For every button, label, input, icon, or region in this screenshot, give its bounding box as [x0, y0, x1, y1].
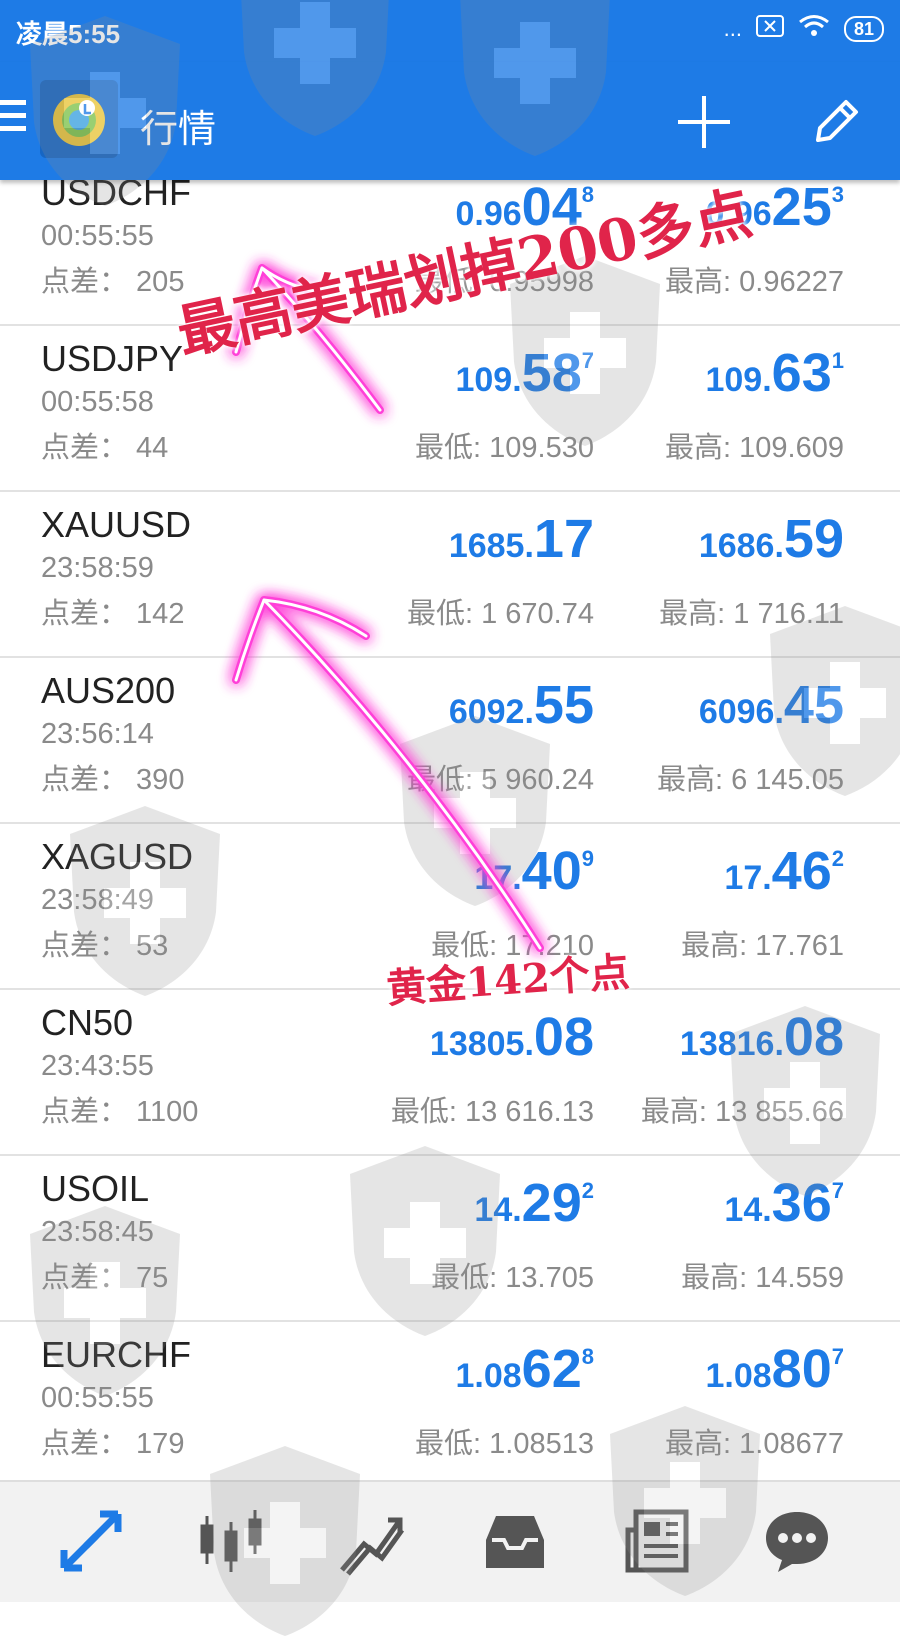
- sim-icon: [755, 15, 784, 43]
- battery-icon: 81: [843, 16, 884, 42]
- ask-price-fraction: 2: [831, 846, 844, 871]
- shield-watermark-icon: [20, 1200, 190, 1400]
- spread-value: 点差： 142: [41, 598, 185, 630]
- spread-value: 点差： 390: [41, 764, 185, 796]
- spread-value: 点差： 44: [41, 432, 169, 464]
- symbol-name: CN50: [41, 1002, 134, 1043]
- add-symbol-button[interactable]: [674, 92, 734, 152]
- symbol-name: AUS200: [41, 670, 176, 711]
- shield-watermark-icon: [390, 710, 560, 910]
- bid-price-pips: 62: [521, 1339, 582, 1399]
- chat-icon[interactable]: [762, 1506, 832, 1576]
- bid-price-prefix: 13805.: [429, 1025, 534, 1063]
- quote-time: 23:56:14: [41, 718, 154, 750]
- low-value: 最低: 1.08513: [415, 1428, 594, 1460]
- symbol-name: USDJPY: [41, 338, 184, 379]
- ask-price-pips: 63: [771, 343, 832, 403]
- spread-value: 点差： 179: [41, 1428, 185, 1460]
- ask-price-prefix: 1686.: [698, 527, 784, 565]
- high-value: 最高: 0.96227: [665, 266, 844, 298]
- high-value: 最高: 109.609: [665, 432, 844, 464]
- history-icon[interactable]: [480, 1506, 550, 1576]
- shield-watermark-icon: [20, 10, 190, 210]
- shield-watermark-icon: [340, 1140, 510, 1340]
- quote-time: 00:55:55: [41, 220, 154, 252]
- bid-price-fraction: 2: [581, 1178, 594, 1203]
- ask-price-pips: 80: [771, 1339, 832, 1399]
- quote-time: 23:43:55: [41, 1050, 154, 1082]
- high-value: 最高: 14.559: [681, 1262, 844, 1294]
- shield-watermark-icon: [200, 1440, 370, 1640]
- status-icons: ... 81: [724, 14, 884, 44]
- ask-price-prefix: 17.: [724, 859, 772, 897]
- ask-price-pips: 59: [783, 509, 844, 569]
- ask-price[interactable]: 109.631: [705, 342, 844, 404]
- ask-price-pips: 25: [771, 180, 832, 237]
- ask-price[interactable]: 1686.59: [699, 508, 844, 570]
- ask-price-fraction: 3: [831, 182, 844, 207]
- quote-time: 23:58:59: [41, 552, 154, 584]
- wifi-icon: [798, 14, 830, 44]
- bid-price[interactable]: 1.08628: [455, 1338, 594, 1400]
- ask-price-prefix: 109.: [705, 361, 772, 399]
- bid-price-pips: 17: [533, 509, 594, 569]
- bid-price-pips: 08: [533, 1007, 594, 1067]
- edit-pencil-button[interactable]: [808, 94, 864, 150]
- bid-price-prefix: 1.08: [455, 1357, 522, 1395]
- signal-dots: ...: [723, 16, 742, 41]
- ask-price-fraction: 7: [831, 1344, 844, 1369]
- shield-watermark-icon: [760, 600, 900, 800]
- ask-price-fraction: 1: [831, 348, 844, 373]
- bid-price[interactable]: 13805.08: [430, 1006, 594, 1068]
- ask-price[interactable]: 17.462: [724, 840, 844, 902]
- high-value: 最高: 17.761: [681, 930, 844, 962]
- ask-price[interactable]: 1.08807: [705, 1338, 844, 1400]
- quotes-icon[interactable]: [56, 1506, 126, 1576]
- spread-value: 点差： 1100: [41, 1096, 199, 1128]
- low-value: 最低: 13 616.13: [390, 1096, 594, 1128]
- quote-row[interactable]: USDJPY00:55:58点差： 44109.587109.631最低: 10…: [0, 324, 900, 492]
- symbol-name: XAUUSD: [41, 504, 192, 545]
- bid-price[interactable]: 1685.17: [449, 508, 594, 570]
- shield-watermark-icon: [230, 0, 400, 140]
- shield-watermark-icon: [720, 1000, 890, 1200]
- bid-price-fraction: 9: [581, 846, 594, 871]
- bid-price-fraction: 8: [581, 1344, 594, 1369]
- shield-watermark-icon: [60, 800, 230, 1000]
- shield-watermark-icon: [600, 1400, 770, 1600]
- ask-price-prefix: 1.08: [705, 1357, 772, 1395]
- low-value: 最低: 1 670.74: [407, 598, 594, 630]
- spread-value: 点差： 205: [41, 266, 185, 298]
- bid-price-pips: 29: [521, 1173, 582, 1233]
- bid-price-prefix: 1685.: [448, 527, 534, 565]
- ask-price-pips: 46: [771, 841, 832, 901]
- quote-time: 00:55:58: [41, 386, 154, 418]
- shield-watermark-icon: [450, 0, 620, 160]
